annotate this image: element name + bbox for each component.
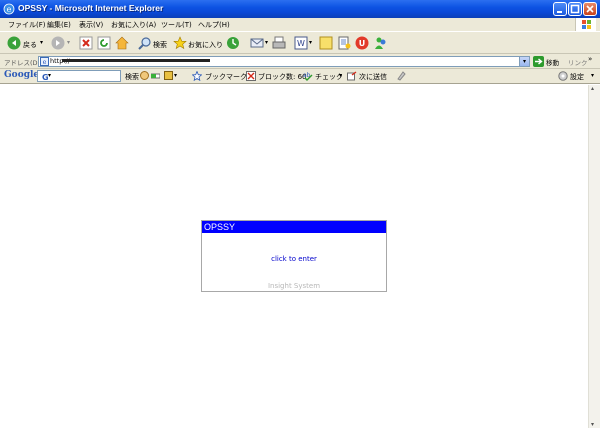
scroll-down-icon[interactable]: ▾ (591, 421, 594, 428)
address-label: アドレス(D) (4, 59, 41, 67)
popup-blocker-icon[interactable] (246, 71, 256, 81)
back-arrow-icon[interactable] (7, 36, 21, 50)
links-label[interactable]: リンク (568, 57, 588, 67)
google-search-input[interactable]: G ▾ (37, 70, 121, 82)
close-button[interactable] (583, 2, 597, 16)
mail-dropdown-icon[interactable]: ▾ (265, 39, 268, 46)
settings-button[interactable]: 設定 (570, 72, 584, 82)
blocked-count[interactable]: ブロック数: 60 (258, 72, 307, 82)
stop-icon[interactable] (79, 36, 93, 50)
svg-text:U: U (359, 39, 366, 48)
discuss-icon[interactable] (319, 36, 333, 50)
search-button-label[interactable]: 検索 (153, 40, 167, 50)
research-icon[interactable] (337, 36, 351, 50)
google-dropdown-icon[interactable]: ▾ (48, 72, 51, 79)
title-bar[interactable]: e OPSSY - Microsoft Internet Explorer (0, 0, 600, 18)
send-to-icon[interactable] (347, 71, 357, 81)
chevron-right-icon[interactable]: » (588, 55, 592, 63)
bookmarks-button[interactable]: ブックマーク (205, 72, 247, 82)
svg-text:e: e (43, 59, 47, 66)
minimize-button[interactable] (553, 2, 567, 16)
refresh-icon[interactable] (97, 36, 111, 50)
close-icon (586, 5, 594, 13)
print-icon[interactable] (272, 36, 286, 50)
windows-logo-icon (582, 20, 591, 29)
menu-tools[interactable]: ツール(T) (161, 20, 192, 30)
menu-file[interactable]: ファイル(F) (8, 20, 46, 30)
address-redacted (62, 59, 210, 62)
address-dropdown-button[interactable]: ▾ (519, 56, 530, 67)
check-dropdown-icon[interactable]: ▾ (339, 72, 342, 79)
menu-favorites[interactable]: お気に入り(A) (111, 20, 156, 30)
highlighter-icon[interactable] (396, 71, 406, 81)
favorites-button-label[interactable]: お気に入り (188, 40, 223, 50)
edit-dropdown-icon[interactable]: ▾ (309, 39, 312, 46)
search-site-icon[interactable] (140, 71, 149, 80)
menu-edit[interactable]: 編集(E) (47, 20, 71, 30)
settings-icon[interactable] (558, 71, 568, 81)
svg-text:e: e (7, 5, 12, 14)
maximize-icon (570, 4, 580, 14)
settings-dropdown-icon[interactable]: ▾ (591, 72, 594, 79)
search-icon[interactable] (138, 36, 152, 50)
enter-link[interactable]: click to enter (201, 255, 387, 263)
history-icon[interactable] (226, 36, 240, 50)
back-dropdown-icon[interactable]: ▾ (40, 39, 43, 46)
back-button-label[interactable]: 戻る (23, 40, 37, 50)
vertical-scrollbar[interactable]: ▴ ▾ (588, 85, 600, 428)
favorites-star-icon[interactable] (173, 36, 187, 50)
google-logo[interactable]: Google (4, 70, 39, 80)
forward-arrow-icon[interactable] (51, 36, 65, 50)
page-info-icon[interactable] (164, 71, 173, 80)
minimize-icon (557, 11, 562, 13)
pagerank-icon[interactable] (151, 71, 160, 80)
go-button-label[interactable]: 移動 (546, 57, 559, 67)
ie-logo-icon: e (3, 3, 15, 15)
messenger-red-icon[interactable]: U (355, 36, 369, 50)
chevron-down-icon: ▾ (522, 58, 526, 65)
maximize-button[interactable] (568, 2, 582, 16)
menu-help[interactable]: ヘルプ(H) (198, 20, 230, 30)
go-arrow-icon[interactable] (533, 56, 544, 67)
bookmark-star-icon[interactable] (192, 71, 202, 81)
menu-view[interactable]: 表示(V) (79, 20, 103, 30)
send-to-button[interactable]: 次に送信 (359, 72, 387, 82)
window-title: OPSSY - Microsoft Internet Explorer (18, 3, 164, 13)
edit-word-icon[interactable]: W (294, 36, 308, 50)
entry-panel-title: OPSSY (202, 221, 386, 233)
svg-text:W: W (297, 39, 305, 48)
system-name: Insight System (267, 282, 321, 290)
mail-icon[interactable] (250, 36, 264, 50)
windows-flag (575, 18, 596, 31)
page-info-dropdown-icon[interactable]: ▾ (174, 72, 177, 79)
scroll-up-icon[interactable]: ▴ (591, 85, 594, 92)
spellcheck-icon[interactable]: ab (303, 71, 313, 81)
google-search-button[interactable]: 検索 (125, 72, 139, 82)
messenger-buddy-icon[interactable] (374, 36, 388, 50)
home-icon[interactable] (115, 36, 129, 50)
forward-dropdown-icon[interactable]: ▾ (67, 39, 70, 46)
page-icon: e (40, 57, 49, 66)
